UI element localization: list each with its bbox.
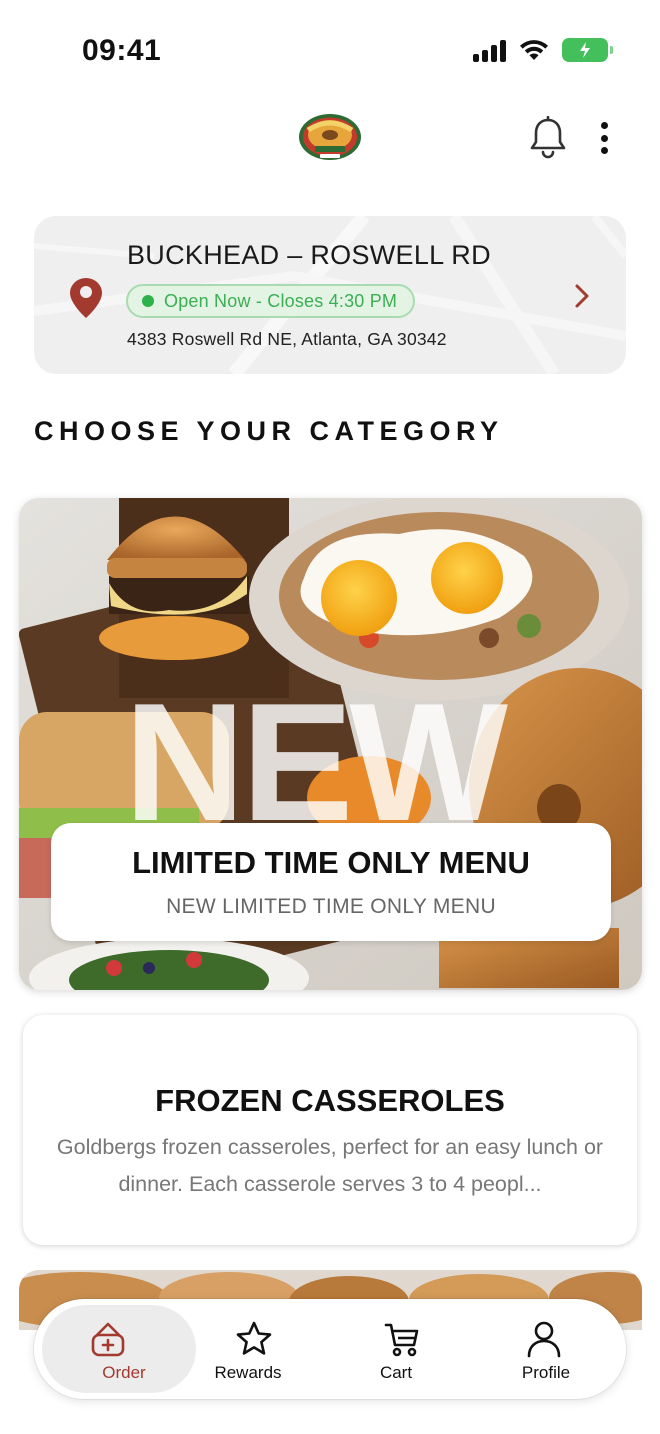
category-title: FROZEN CASSEROLES	[155, 1083, 505, 1118]
profile-icon	[527, 1321, 561, 1358]
battery-icon	[562, 38, 613, 62]
star-icon	[236, 1321, 272, 1355]
category-card-frozen-casseroles[interactable]: FROZEN CASSEROLES Goldbergs frozen casse…	[23, 1015, 637, 1245]
location-pin-icon	[70, 278, 102, 318]
notifications-button[interactable]	[528, 115, 568, 160]
status-dot	[142, 295, 154, 307]
cellular-signal-icon	[473, 38, 506, 62]
status-icons	[473, 38, 613, 62]
more-dot	[600, 134, 608, 142]
open-status-badge: Open Now - Closes 4:30 PM	[126, 284, 416, 318]
order-icon	[91, 1322, 125, 1357]
nav-label: Rewards	[214, 1363, 282, 1382]
nav-label: Profile	[521, 1363, 571, 1382]
cart-icon	[384, 1323, 419, 1357]
category-description: Goldbergs frozen casseroles, perfect for…	[56, 1135, 604, 1196]
nav-profile[interactable]: Profile	[468, 1299, 616, 1399]
category-title: LIMITED TIME ONLY MENU	[132, 845, 530, 880]
category-subtitle: NEW LIMITED TIME ONLY MENU	[166, 895, 496, 918]
status-time: 09:41	[82, 34, 162, 67]
featured-label-panel[interactable]: LIMITED TIME ONLY MENU NEW LIMITED TIME …	[51, 823, 611, 941]
bell-icon	[530, 115, 566, 159]
more-dot	[600, 122, 608, 129]
location-address: 4383 Roswell Rd NE, Atlanta, GA 30342	[127, 329, 447, 349]
bottom-nav: Order Rewards Cart Profile	[34, 1299, 626, 1399]
wifi-icon	[520, 40, 548, 60]
section-title: CHOOSE YOUR CATEGORY	[34, 416, 504, 446]
app-header	[0, 100, 660, 180]
nav-order[interactable]: Order	[34, 1299, 196, 1399]
chevron-right-icon[interactable]	[570, 282, 594, 310]
nav-cart[interactable]: Cart	[330, 1299, 478, 1399]
nav-label: Cart	[379, 1363, 413, 1382]
status-bar: 09:41	[0, 0, 660, 100]
more-dot	[600, 147, 608, 154]
goldbergs-logo	[299, 114, 361, 160]
more-options-button[interactable]	[590, 118, 618, 158]
location-name: BUCKHEAD – ROSWELL RD	[127, 240, 491, 270]
open-status-text: Open Now - Closes 4:30 PM	[164, 290, 398, 311]
nav-rewards[interactable]: Rewards	[186, 1299, 334, 1399]
